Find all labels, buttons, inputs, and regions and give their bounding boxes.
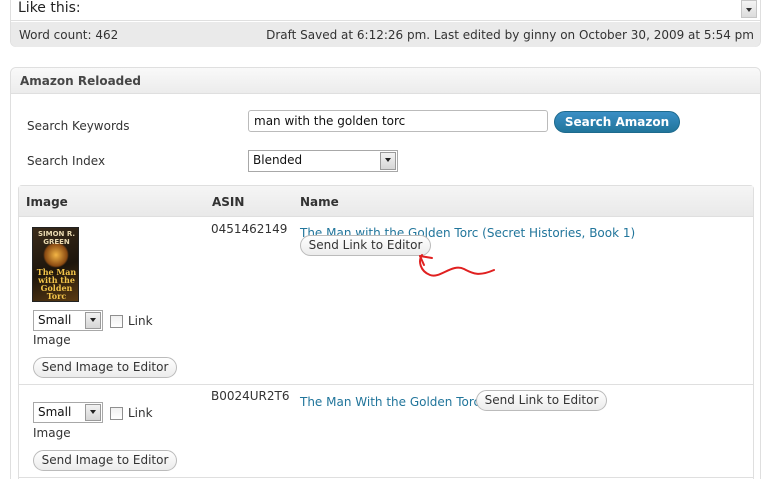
editor-content[interactable]: Like this: xyxy=(11,0,760,21)
column-asin: ASIN xyxy=(212,195,245,209)
search-index-value: Blended xyxy=(253,153,303,167)
search-amazon-button[interactable]: Search Amazon xyxy=(554,111,680,133)
image-size-value: Small xyxy=(38,405,72,419)
image-label: Image xyxy=(33,426,71,440)
word-count: Word count: 462 xyxy=(19,28,119,42)
send-image-to-editor-button[interactable]: Send Image to Editor xyxy=(33,450,177,471)
image-label: Image xyxy=(33,333,71,347)
chevron-down-icon xyxy=(85,312,101,329)
column-image: Image xyxy=(26,195,68,209)
chevron-down-icon xyxy=(85,404,101,421)
panel-title: Amazon Reloaded xyxy=(20,74,141,88)
send-link-to-editor-button[interactable]: Send Link to Editor xyxy=(300,235,431,256)
editor-text: Like this: xyxy=(18,0,81,16)
results-table: Image ASIN Name SIMON R. GREEN The Man w… xyxy=(18,185,754,479)
panel-header[interactable]: Amazon Reloaded xyxy=(11,68,760,94)
asin-value: 0451462149 xyxy=(211,222,288,236)
link-label: Link xyxy=(128,406,153,420)
send-link-to-editor-button[interactable]: Send Link to Editor xyxy=(476,390,607,411)
image-size-value: Small xyxy=(38,313,72,327)
draft-status: Draft Saved at 6:12:26 pm. Last edited b… xyxy=(266,28,754,42)
row-divider xyxy=(19,384,753,385)
image-size-select[interactable]: Small xyxy=(33,310,103,331)
cover-author: SIMON R. GREEN xyxy=(37,230,76,246)
link-image-checkbox[interactable] xyxy=(110,315,123,328)
product-name-link[interactable]: The Man With the Golden Torc xyxy=(300,395,480,409)
column-name: Name xyxy=(300,195,339,209)
asin-value: B0024UR2T6 xyxy=(211,389,290,403)
book-cover-image: SIMON R. GREEN The Man with the Golden T… xyxy=(32,227,79,302)
table-header: Image ASIN Name xyxy=(19,186,753,217)
annotation-arrow-icon xyxy=(419,254,495,277)
image-size-select[interactable]: Small xyxy=(33,402,103,423)
search-keywords-label: Search Keywords xyxy=(27,119,130,133)
scroll-down-icon[interactable] xyxy=(741,0,757,18)
editor-status-bar: Word count: 462 Draft Saved at 6:12:26 p… xyxy=(11,22,760,47)
send-image-to-editor-button[interactable]: Send Image to Editor xyxy=(33,357,177,378)
search-index-select[interactable]: Blended xyxy=(248,150,398,172)
post-editor: Like this: Word count: 462 Draft Saved a… xyxy=(10,0,761,47)
link-image-checkbox[interactable] xyxy=(110,407,123,420)
row-divider xyxy=(19,477,753,478)
link-label: Link xyxy=(128,314,153,328)
amazon-reloaded-panel: Amazon Reloaded Search Keywords man with… xyxy=(10,67,761,479)
search-keywords-input[interactable]: man with the golden torc xyxy=(248,110,548,132)
search-index-label: Search Index xyxy=(27,154,106,168)
chevron-down-icon xyxy=(380,152,396,170)
cover-title: The Man with the Golden Torc xyxy=(36,267,77,301)
